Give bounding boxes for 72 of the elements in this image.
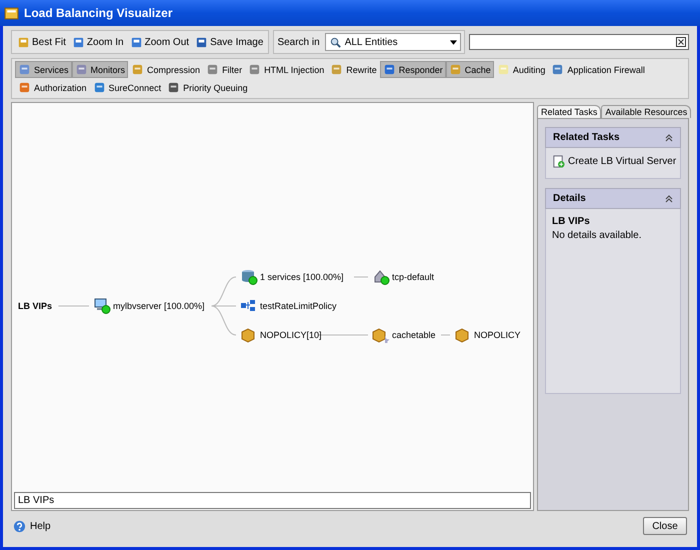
- toolbar-button[interactable]: Best Fit: [15, 32, 68, 52]
- node-label[interactable]: tcp-default: [392, 272, 434, 282]
- search-icon: [328, 36, 342, 48]
- filter-toggle[interactable]: Responder: [380, 61, 446, 78]
- filter-toggle[interactable]: SureConnect: [90, 79, 164, 96]
- filter-toggle[interactable]: Authorization: [15, 79, 90, 96]
- filter-icon: [167, 81, 180, 94]
- task-link[interactable]: Create LB Virtual Server: [552, 155, 676, 168]
- toolbar-icon: [130, 36, 143, 48]
- status-field: LB VIPs: [14, 492, 531, 509]
- filter-icon: [18, 81, 31, 94]
- filter-toggle[interactable]: Filter: [203, 61, 246, 78]
- toolbar-button[interactable]: Zoom Out: [128, 32, 192, 52]
- toolbar-icon: [17, 36, 30, 48]
- search-field[interactable]: [468, 34, 689, 50]
- help-link[interactable]: Help: [13, 520, 51, 532]
- collapse-icon[interactable]: [665, 134, 673, 142]
- node-label[interactable]: NOPOLICY: [474, 330, 521, 340]
- filter-icon: [18, 63, 31, 76]
- clear-icon[interactable]: [676, 37, 686, 47]
- node-label[interactable]: testRateLimitPolicy: [260, 301, 337, 311]
- details-text: No details available.: [552, 230, 642, 241]
- panel-tab[interactable]: Related Tasks: [537, 105, 602, 118]
- filter-icon: [382, 63, 396, 76]
- connector-line: [318, 334, 368, 336]
- node-label[interactable]: cachetable: [392, 330, 436, 340]
- filter-icon: [248, 63, 262, 76]
- filter-icon: [551, 63, 564, 76]
- filter-toggle[interactable]: Services: [15, 61, 72, 78]
- filter-icon: [74, 63, 88, 76]
- connector-line: [440, 334, 450, 336]
- filter-toggle[interactable]: HTML Injection: [245, 61, 328, 78]
- filter-toggle[interactable]: Compression: [128, 61, 204, 78]
- filter-icon: [448, 63, 462, 76]
- node-label[interactable]: 1 services [100.00%]: [260, 272, 344, 282]
- section-header[interactable]: Related Tasks: [545, 127, 681, 148]
- window-title: Load Balancing Visualizer: [24, 6, 172, 20]
- filter-toggle[interactable]: Auditing: [494, 61, 548, 78]
- filter-icon: [92, 81, 106, 94]
- node-label[interactable]: LB VIPs: [18, 301, 52, 311]
- computer-icon[interactable]: [93, 298, 111, 314]
- connector-line: [354, 276, 368, 278]
- help-icon: [13, 520, 26, 532]
- filter-toggle[interactable]: Monitors: [72, 61, 128, 78]
- close-button[interactable]: Close: [643, 517, 687, 535]
- box-icon[interactable]: [372, 327, 390, 343]
- filter-icon: [496, 63, 510, 76]
- database-icon[interactable]: [240, 269, 258, 285]
- node-label[interactable]: NOPOLICY[10]: [260, 330, 322, 340]
- toolbar-icon: [72, 36, 85, 48]
- filter-icon: [330, 63, 344, 76]
- toolbar-button[interactable]: Save Image: [193, 32, 266, 52]
- filter-icon: [131, 63, 144, 76]
- details-heading: LB VIPs: [552, 216, 591, 227]
- scope-dropdown[interactable]: ALL Entities: [324, 33, 461, 51]
- document-add-icon: [552, 155, 565, 168]
- network-icon[interactable]: [240, 298, 258, 314]
- collapse-icon[interactable]: [665, 194, 673, 202]
- caret-icon: [450, 40, 457, 44]
- app-icon: [4, 6, 19, 20]
- toolbar-icon: [195, 36, 208, 48]
- node-icon[interactable]: [372, 269, 390, 285]
- search-label: Search in: [277, 36, 320, 48]
- filter-toggle[interactable]: Priority Queuing: [164, 79, 251, 96]
- section-header[interactable]: Details: [545, 188, 681, 209]
- toolbar-button[interactable]: Zoom In: [70, 32, 126, 52]
- filter-icon: [206, 63, 220, 76]
- panel-tab[interactable]: Available Resources: [601, 105, 692, 118]
- node-label[interactable]: mylbvserver [100.00%]: [113, 301, 205, 311]
- filter-toggle[interactable]: Cache: [446, 61, 494, 78]
- filter-toggle[interactable]: Application Firewall: [548, 61, 648, 78]
- filter-toggle[interactable]: Rewrite: [327, 61, 380, 78]
